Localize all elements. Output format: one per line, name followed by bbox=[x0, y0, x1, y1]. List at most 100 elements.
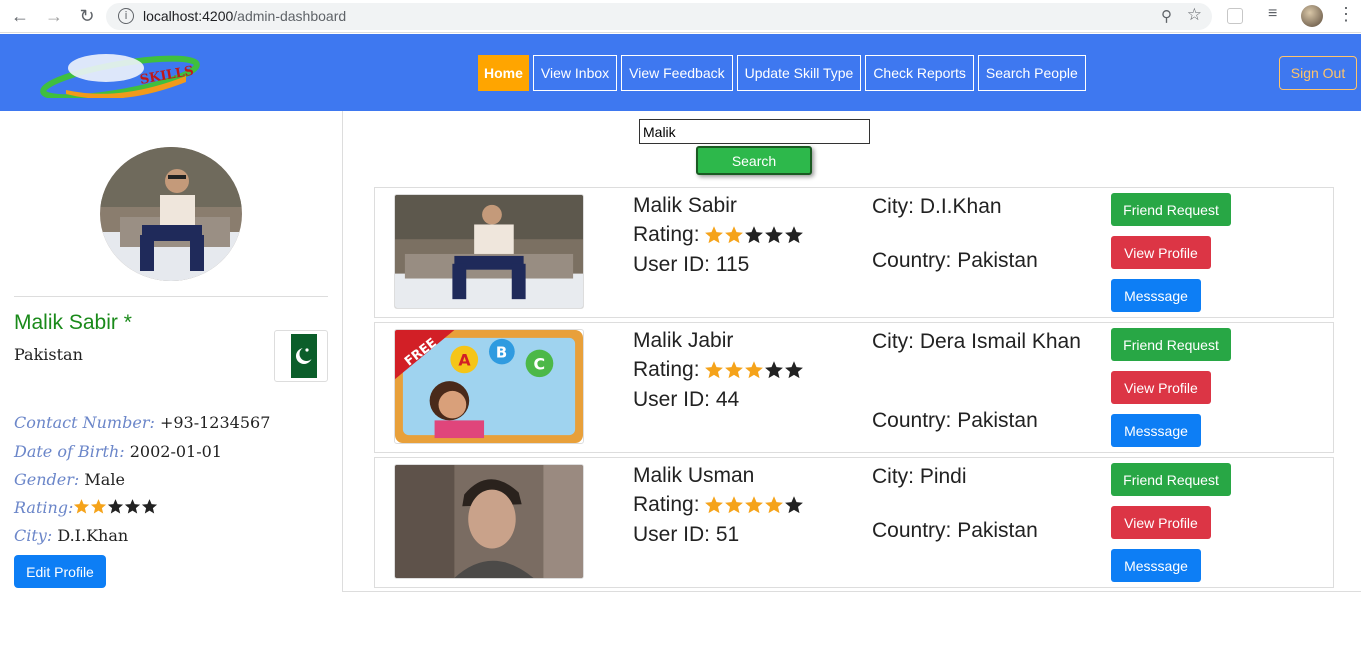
profile-name: Malik Sabir * bbox=[14, 311, 132, 334]
result-user-id: User ID: 44 bbox=[633, 388, 740, 411]
city-row: City: D.I.Khan bbox=[14, 526, 128, 545]
nav-update-skill-type[interactable]: Update Skill Type bbox=[736, 55, 862, 91]
view-profile-button[interactable]: View Profile bbox=[1111, 371, 1211, 404]
svg-text:B: B bbox=[496, 345, 507, 362]
result-city: City: Pindi bbox=[872, 465, 967, 488]
profile-sidebar: Malik Sabir * Pakistan Contact Number: +… bbox=[0, 111, 1361, 592]
forward-arrow-icon[interactable]: → bbox=[40, 0, 68, 33]
star-filled-icon bbox=[704, 226, 723, 244]
star-filled-icon bbox=[764, 496, 783, 514]
nav-links: Home View Inbox View Feedback Update Ski… bbox=[478, 55, 1086, 91]
result-card: Malik Usman Rating: User ID: 51 City: Pi… bbox=[374, 457, 1334, 588]
nav-check-reports[interactable]: Check Reports bbox=[865, 55, 974, 91]
rating-row: Rating: bbox=[14, 498, 158, 517]
rating-stars bbox=[704, 495, 804, 515]
message-button[interactable]: Messsage bbox=[1111, 279, 1201, 312]
star-filled-icon bbox=[744, 496, 763, 514]
zoom-icon[interactable]: ⚲ bbox=[1161, 7, 1172, 25]
result-city: City: Dera Ismail Khan bbox=[872, 330, 1081, 353]
site-info-icon[interactable]: i bbox=[118, 8, 134, 24]
star-filled-icon bbox=[724, 496, 743, 514]
message-button[interactable]: Messsage bbox=[1111, 549, 1201, 582]
city-value: D.I.Khan bbox=[57, 526, 129, 545]
rating-stars bbox=[73, 498, 158, 515]
result-rating: Rating: bbox=[633, 358, 804, 382]
star-empty-icon bbox=[784, 361, 803, 379]
edit-profile-button[interactable]: Edit Profile bbox=[14, 555, 106, 588]
star-empty-icon bbox=[744, 226, 763, 244]
rating-stars bbox=[704, 225, 804, 245]
contact-number-value: +93-1234567 bbox=[159, 413, 271, 432]
search-input[interactable] bbox=[639, 119, 870, 144]
svg-text:A: A bbox=[458, 350, 471, 369]
profile-country: Pakistan bbox=[14, 345, 83, 364]
message-button[interactable]: Messsage bbox=[1111, 414, 1201, 447]
friend-request-button[interactable]: Friend Request bbox=[1111, 193, 1231, 226]
star-filled-icon bbox=[744, 361, 763, 379]
media-queue-icon[interactable]: ≡ bbox=[1268, 5, 1277, 23]
star-empty-icon bbox=[784, 226, 803, 244]
result-rating: Rating: bbox=[633, 223, 804, 247]
result-rating-label: Rating: bbox=[633, 493, 700, 516]
star-filled-icon bbox=[704, 361, 723, 379]
nav-home[interactable]: Home bbox=[478, 55, 529, 91]
gender-label: Gender: bbox=[14, 470, 80, 489]
result-name: Malik Jabir bbox=[633, 329, 734, 352]
star-empty-icon bbox=[125, 499, 141, 514]
star-empty-icon bbox=[142, 499, 158, 514]
extension-icon[interactable] bbox=[1227, 8, 1243, 24]
browser-toolbar: ← → ↻ i localhost:4200/admin-dashboard ⚲… bbox=[0, 0, 1361, 33]
rating-label: Rating: bbox=[14, 498, 74, 517]
star-empty-icon bbox=[764, 226, 783, 244]
result-rating-label: Rating: bbox=[633, 223, 700, 246]
star-filled-icon bbox=[704, 496, 723, 514]
contact-number-label: Contact Number: bbox=[14, 413, 155, 432]
result-photo bbox=[394, 464, 584, 579]
dob-label: Date of Birth: bbox=[14, 442, 125, 461]
result-city: City: D.I.Khan bbox=[872, 195, 1002, 218]
dob-value: 2002-01-01 bbox=[129, 442, 222, 461]
result-user-id: User ID: 51 bbox=[633, 523, 740, 546]
search-button[interactable]: Search bbox=[696, 146, 812, 175]
browser-menu-icon[interactable]: ⋮ bbox=[1337, 4, 1355, 25]
svg-text:C: C bbox=[534, 354, 546, 373]
result-rating-label: Rating: bbox=[633, 358, 700, 381]
star-empty-icon bbox=[764, 361, 783, 379]
city-label: City: bbox=[14, 526, 53, 545]
view-profile-button[interactable]: View Profile bbox=[1111, 236, 1211, 269]
gender-value: Male bbox=[84, 470, 125, 489]
result-card: FREE A B C Malik Jabir Rating: User ID: … bbox=[374, 322, 1334, 453]
reload-icon[interactable]: ↻ bbox=[73, 0, 101, 33]
profile-avatar bbox=[100, 147, 242, 281]
view-profile-button[interactable]: View Profile bbox=[1111, 506, 1211, 539]
nav-view-inbox[interactable]: View Inbox bbox=[532, 55, 618, 91]
result-country: Country: Pakistan bbox=[872, 249, 1038, 272]
browser-profile-avatar[interactable] bbox=[1301, 5, 1323, 27]
back-arrow-icon[interactable]: ← bbox=[6, 0, 34, 33]
url-text: localhost:4200/admin-dashboard bbox=[143, 8, 347, 24]
star-filled-icon bbox=[724, 361, 743, 379]
result-photo: FREE A B C bbox=[394, 329, 584, 444]
skills-logo[interactable]: SKILLS bbox=[36, 50, 204, 98]
friend-request-button[interactable]: Friend Request bbox=[1111, 463, 1231, 496]
nav-search-people[interactable]: Search People bbox=[977, 55, 1086, 91]
result-name: Malik Sabir bbox=[633, 194, 737, 217]
rating-stars bbox=[704, 360, 804, 380]
result-photo bbox=[394, 194, 584, 309]
result-country: Country: Pakistan bbox=[872, 409, 1038, 432]
bookmark-star-icon[interactable]: ☆ bbox=[1187, 5, 1202, 25]
nav-view-feedback[interactable]: View Feedback bbox=[621, 55, 733, 91]
pakistan-flag-icon bbox=[274, 330, 328, 382]
address-bar[interactable]: i localhost:4200/admin-dashboard ⚲ ☆ bbox=[106, 3, 1212, 30]
result-user-id: User ID: 115 bbox=[633, 253, 750, 276]
dob-row: Date of Birth: 2002-01-01 bbox=[14, 442, 222, 461]
star-empty-icon bbox=[784, 496, 803, 514]
result-rating: Rating: bbox=[633, 493, 804, 517]
star-filled-icon bbox=[724, 226, 743, 244]
result-country: Country: Pakistan bbox=[872, 519, 1038, 542]
sign-out-button[interactable]: Sign Out bbox=[1279, 56, 1357, 90]
friend-request-button[interactable]: Friend Request bbox=[1111, 328, 1231, 361]
gender-row: Gender: Male bbox=[14, 470, 125, 489]
star-empty-icon bbox=[108, 499, 124, 514]
star-filled-icon bbox=[74, 499, 90, 514]
